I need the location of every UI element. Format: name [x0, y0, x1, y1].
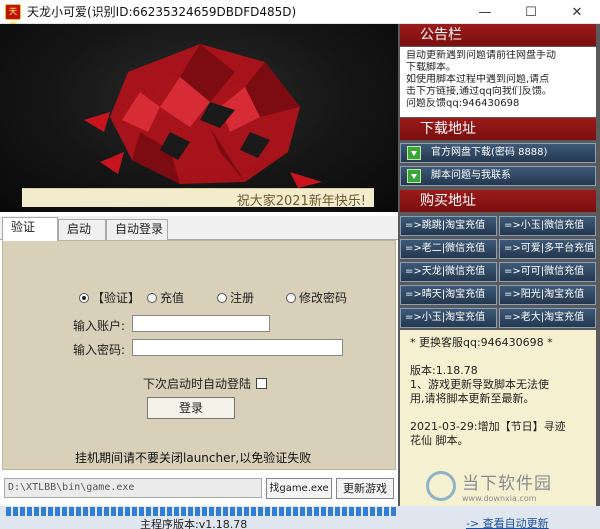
site-watermark: 当下软件园 www.downxia.com: [426, 466, 596, 506]
info-line: 2021-03-29:增加【节日】寻迹: [410, 420, 566, 433]
watermark-subtitle: www.downxia.com: [462, 494, 537, 503]
maximize-button[interactable]: ☐: [508, 0, 554, 24]
find-game-button[interactable]: 找game.exe: [266, 478, 332, 499]
notice-line: 击下方链接,通过qq向我们反馈。: [406, 86, 552, 97]
info-spacer: [410, 350, 590, 364]
title-bar: 天龙 天龙小可爱(识别ID:66235324659DBDFD485D) — ☐ …: [0, 0, 600, 30]
password-label: 输入密码:: [73, 343, 126, 357]
radio-register[interactable]: [217, 292, 227, 303]
minimize-icon: —: [478, 4, 492, 20]
shop-button[interactable]: =>可爱|多平台充值: [499, 239, 596, 259]
info-line: 花仙 脚本。: [410, 434, 469, 447]
notice-line: 问题反馈qq:946430698: [406, 98, 520, 109]
banner-greeting: 祝大家2021新年快乐!: [236, 194, 366, 209]
shop-button[interactable]: =>跳跳|淘宝充值: [400, 216, 497, 236]
banner: 祝大家2021新年快乐!: [0, 24, 398, 212]
netdisk-download-button[interactable]: 官方网盘下载(密码 8888): [400, 143, 596, 163]
shop-button[interactable]: =>可可|微信充值: [499, 262, 596, 282]
login-button[interactable]: 登录: [147, 397, 235, 419]
info-line: 版本:1.18.78: [410, 364, 478, 377]
shop-button[interactable]: =>小玉|微信充值: [499, 216, 596, 236]
notice-header: 公告栏: [400, 24, 596, 46]
main-version-text: 主程序版本:v1.18.78: [140, 518, 248, 529]
watermark-title: 当下软件园: [462, 474, 552, 494]
watermark-logo: [426, 471, 456, 501]
download-arrow-icon: [407, 169, 421, 183]
netdisk-download-label: 官方网盘下载(密码 8888): [431, 147, 548, 158]
view-auto-update-link[interactable]: -> 查看自动更新: [466, 515, 549, 529]
radio-change-password[interactable]: [286, 292, 296, 303]
contact-issue-label: 脚本问题与我联系: [431, 170, 511, 181]
download-arrow-icon: [407, 146, 421, 160]
game-path-field[interactable]: D:\XTLBB\bin\game.exe: [4, 478, 262, 498]
notice-body: 自动更新遇到问题请前往网盘手动 下载脚本。 如使用脚本过程中遇到问题,请点 击下…: [400, 47, 596, 117]
password-input[interactable]: [132, 339, 343, 356]
option-register[interactable]: 注册: [217, 289, 254, 306]
tab-launch[interactable]: 启动: [58, 219, 106, 240]
close-button[interactable]: ✕: [554, 0, 600, 24]
update-progress-bar: [6, 507, 396, 516]
option-recharge-label: 充值: [160, 291, 185, 305]
info-line: 1、游戏更新导致脚本无法使: [410, 378, 549, 391]
tab-verify[interactable]: 验证: [2, 217, 58, 241]
option-change-password-label: 修改密码: [299, 291, 348, 305]
info-line: * 更换客服qq:946430698 *: [410, 336, 553, 349]
info-line: 用,请将脚本更新至最新。: [410, 392, 535, 405]
login-form-panel: 【验证】 充值 注册 修改密码 输入账户: 输入密码: 下次启动时自动登陆 登录…: [2, 240, 396, 470]
tab-strip: 验证 启动 自动登录: [0, 216, 398, 241]
status-bar: 主程序版本:v1.18.78 -> 查看自动更新: [0, 506, 600, 529]
autologin-row[interactable]: 下次启动时自动登陆: [143, 375, 268, 392]
shop-button[interactable]: =>晴天|淘宝充值: [400, 285, 497, 305]
notice-line: 自动更新遇到问题请前往网盘手动: [406, 50, 556, 61]
maximize-icon: ☐: [525, 4, 537, 20]
option-verify[interactable]: 【验证】: [79, 289, 140, 306]
banner-greeting-strip: 祝大家2021新年快乐!: [22, 188, 374, 209]
app-icon: 天龙: [5, 3, 21, 30]
account-input[interactable]: [132, 315, 270, 332]
close-icon: ✕: [571, 4, 583, 20]
shop-button[interactable]: =>老二|微信充值: [400, 239, 497, 259]
update-progress-fill: [6, 507, 396, 516]
download-header: 下载地址: [400, 118, 596, 140]
update-game-button[interactable]: 更新游戏: [336, 478, 394, 499]
shop-button[interactable]: =>小玉|淘宝充值: [400, 308, 497, 328]
dragon-emblem: [84, 44, 322, 188]
buy-header: 购买地址: [400, 190, 596, 212]
shop-button[interactable]: =>阳光|淘宝充值: [499, 285, 596, 305]
autologin-label: 下次启动时自动登陆: [143, 377, 252, 391]
account-label: 输入账户:: [73, 319, 126, 333]
option-recharge[interactable]: 充值: [147, 289, 184, 306]
autologin-checkbox[interactable]: [256, 378, 268, 389]
launcher-warning: 挂机期间请不要关闭launcher,以免验证失败: [75, 451, 312, 465]
option-verify-label: 【验证】: [92, 291, 141, 305]
right-panel: 公告栏 自动更新遇到问题请前往网盘手动 下载脚本。 如使用脚本过程中遇到问题,请…: [398, 24, 600, 506]
notice-line: 下载脚本。: [406, 62, 456, 73]
tab-autologin[interactable]: 自动登录: [106, 219, 168, 240]
contact-issue-button[interactable]: 脚本问题与我联系: [400, 166, 596, 186]
minimize-button[interactable]: —: [462, 0, 508, 24]
radio-verify[interactable]: [79, 292, 89, 303]
option-register-label: 注册: [230, 291, 255, 305]
shop-button[interactable]: =>老大|淘宝充值: [499, 308, 596, 328]
info-spacer: [410, 406, 590, 420]
option-change-password[interactable]: 修改密码: [286, 289, 347, 306]
window-title: 天龙小可爱(识别ID:66235324659DBDFD485D): [27, 5, 297, 19]
radio-recharge[interactable]: [147, 292, 157, 303]
shop-button[interactable]: =>天龙|微信充值: [400, 262, 497, 282]
notice-line: 如使用脚本过程中遇到问题,请点: [406, 74, 550, 85]
